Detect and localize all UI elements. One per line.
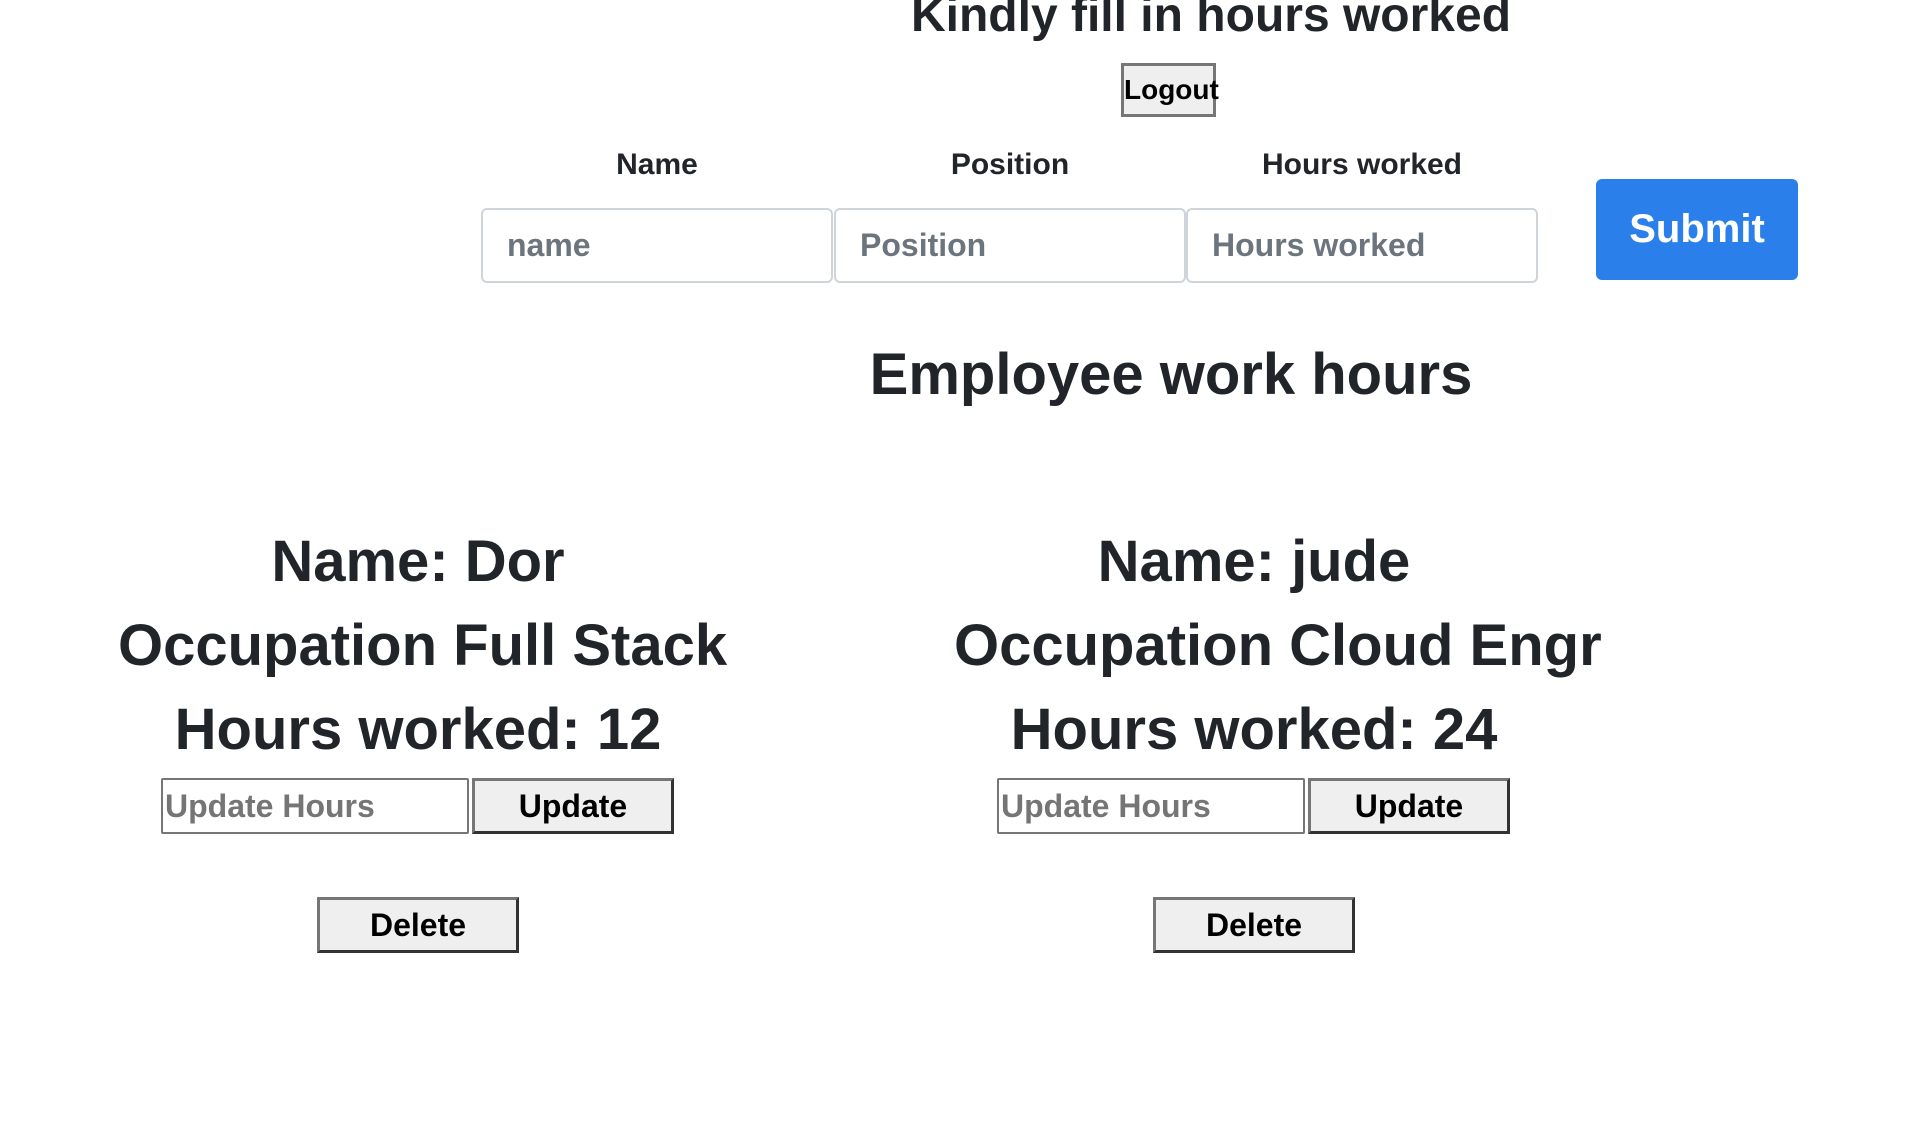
update-hours-row: Update [997, 778, 1510, 834]
employee-occupation: Occupation Cloud Engr [954, 613, 1602, 678]
name-input[interactable] [481, 208, 833, 283]
page-title: Kindly fill in hours worked [910, 0, 1512, 42]
employee-hours: Hours worked: 24 [1010, 697, 1498, 762]
logout-button[interactable]: Logout [1121, 63, 1219, 117]
hours-worked-input[interactable] [1186, 208, 1538, 283]
update-button[interactable]: Update [1308, 778, 1510, 834]
position-label: Position [950, 148, 1070, 181]
update-hours-row: Update [161, 778, 674, 834]
employee-card: Name: Dor Occupation Full Stack Hours wo… [118, 520, 728, 772]
update-hours-input[interactable] [997, 778, 1305, 834]
delete-button[interactable]: Delete [1153, 897, 1355, 953]
employee-card: Name: jude Occupation Cloud Engr Hours w… [954, 520, 1602, 772]
hours-worked-label: Hours worked [1261, 148, 1463, 181]
employee-hours: Hours worked: 12 [174, 697, 662, 762]
employee-occupation: Occupation Full Stack [118, 613, 728, 678]
update-hours-input[interactable] [161, 778, 469, 834]
delete-button[interactable]: Delete [317, 897, 519, 953]
employee-list-title: Employee work hours [869, 342, 1473, 407]
position-input[interactable] [834, 208, 1186, 283]
submit-button[interactable]: Submit [1596, 179, 1798, 280]
employee-name: Name: jude [1097, 529, 1411, 594]
update-button[interactable]: Update [472, 778, 674, 834]
employee-name: Name: Dor [271, 529, 565, 594]
name-label: Name [616, 148, 698, 181]
